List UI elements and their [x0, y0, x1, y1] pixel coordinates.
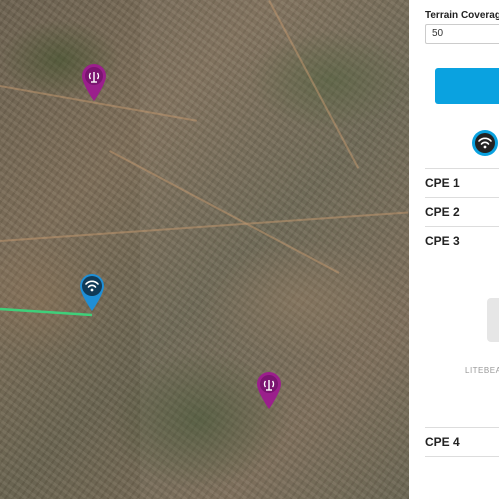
cpe-item-2[interactable]: CPE 2 — [425, 205, 460, 219]
side-panel: Terrain Coverag 50 CPE 1 CPE 2 CPE 3 LIT… — [409, 0, 499, 499]
tower-pin-2[interactable] — [255, 370, 283, 410]
station-pin[interactable] — [78, 272, 106, 312]
satellite-map[interactable] — [0, 0, 409, 499]
map-overlay — [140, 0, 409, 499]
divider — [425, 197, 499, 198]
terrain-coverage-input[interactable]: 50 — [425, 24, 499, 44]
device-caption: LITEBEA — [465, 366, 499, 375]
cpe-item-4[interactable]: CPE 4 — [425, 435, 460, 449]
action-button[interactable] — [435, 68, 499, 104]
device-icon — [471, 129, 499, 157]
terrain-coverage-label: Terrain Coverag — [425, 10, 499, 21]
tower-pin-1[interactable] — [80, 62, 108, 102]
divider — [425, 226, 499, 227]
divider — [425, 168, 499, 169]
cpe-item-3[interactable]: CPE 3 — [425, 234, 460, 248]
cpe-item-1[interactable]: CPE 1 — [425, 176, 460, 190]
divider — [425, 427, 499, 428]
divider — [425, 456, 499, 457]
device-image — [487, 298, 499, 342]
